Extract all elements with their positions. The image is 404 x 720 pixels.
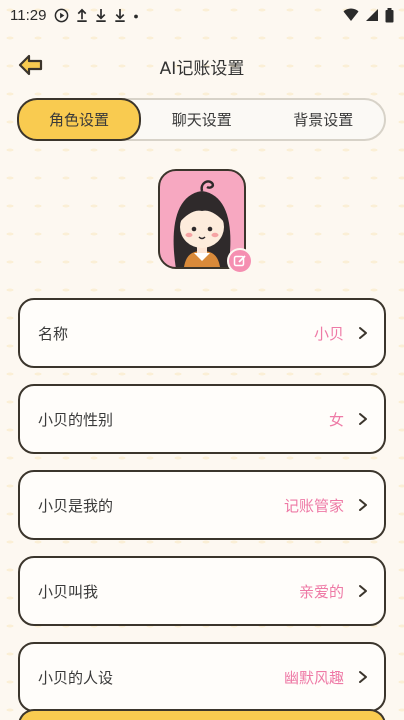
setting-row-relationship[interactable]: 小贝是我的 记账管家: [18, 470, 386, 540]
download-icon: [115, 8, 126, 22]
chevron-right-icon: [359, 413, 367, 425]
status-bar: 11:29: [0, 0, 404, 30]
setting-row-persona[interactable]: 小贝的人设 幽默风趣: [18, 642, 386, 712]
tab-background-settings[interactable]: 背景设置: [263, 100, 385, 139]
play-icon: [55, 8, 69, 22]
chevron-right-icon: [359, 585, 367, 597]
setting-row-gender[interactable]: 小贝的性别 女: [18, 384, 386, 454]
setting-row-nickname[interactable]: 小贝叫我 亲爱的: [18, 556, 386, 626]
header: AI记账设置: [0, 46, 404, 86]
setting-label: 小贝的人设: [38, 668, 114, 687]
wifi-icon: [343, 8, 359, 21]
setting-label: 小贝的性别: [38, 410, 114, 429]
avatar-container[interactable]: [158, 169, 253, 274]
chevron-right-icon: [359, 499, 367, 511]
setting-value: 亲爱的: [298, 582, 344, 601]
chevron-right-icon: [359, 671, 367, 683]
settings-list: 名称 小贝 小贝的性别 女 小贝是我的 记账管家 小贝叫我 亲爱的 小贝的人设 …: [18, 298, 386, 720]
setting-row-name[interactable]: 名称 小贝: [18, 298, 386, 368]
setting-value: 记账管家: [283, 496, 344, 515]
setting-value: 女: [328, 410, 344, 429]
dot-icon: [134, 14, 139, 18]
setting-label: 名称: [38, 324, 69, 343]
signal-icon: [366, 9, 378, 21]
status-time: 11:29: [10, 6, 47, 24]
edit-avatar-button[interactable]: [227, 248, 253, 274]
tab-role-settings[interactable]: 角色设置: [17, 98, 141, 141]
battery-icon: [385, 7, 394, 22]
setting-label: 小贝叫我: [38, 582, 99, 601]
status-notification-icons: [54, 8, 139, 23]
setting-value: 幽默风趣: [283, 668, 344, 687]
tab-chat-settings[interactable]: 聊天设置: [141, 100, 263, 139]
setting-value: 小贝: [313, 324, 344, 343]
bottom-action-button[interactable]: [18, 709, 386, 720]
status-system-icons: [343, 7, 394, 23]
upload-icon: [77, 8, 88, 22]
download-icon: [96, 8, 107, 22]
tab-bar: 角色设置 聊天设置 背景设置: [17, 98, 386, 141]
page-title: AI记账设置: [159, 59, 245, 79]
chevron-right-icon: [359, 327, 367, 339]
setting-label: 小贝是我的: [38, 496, 114, 515]
edit-icon: [233, 255, 246, 267]
